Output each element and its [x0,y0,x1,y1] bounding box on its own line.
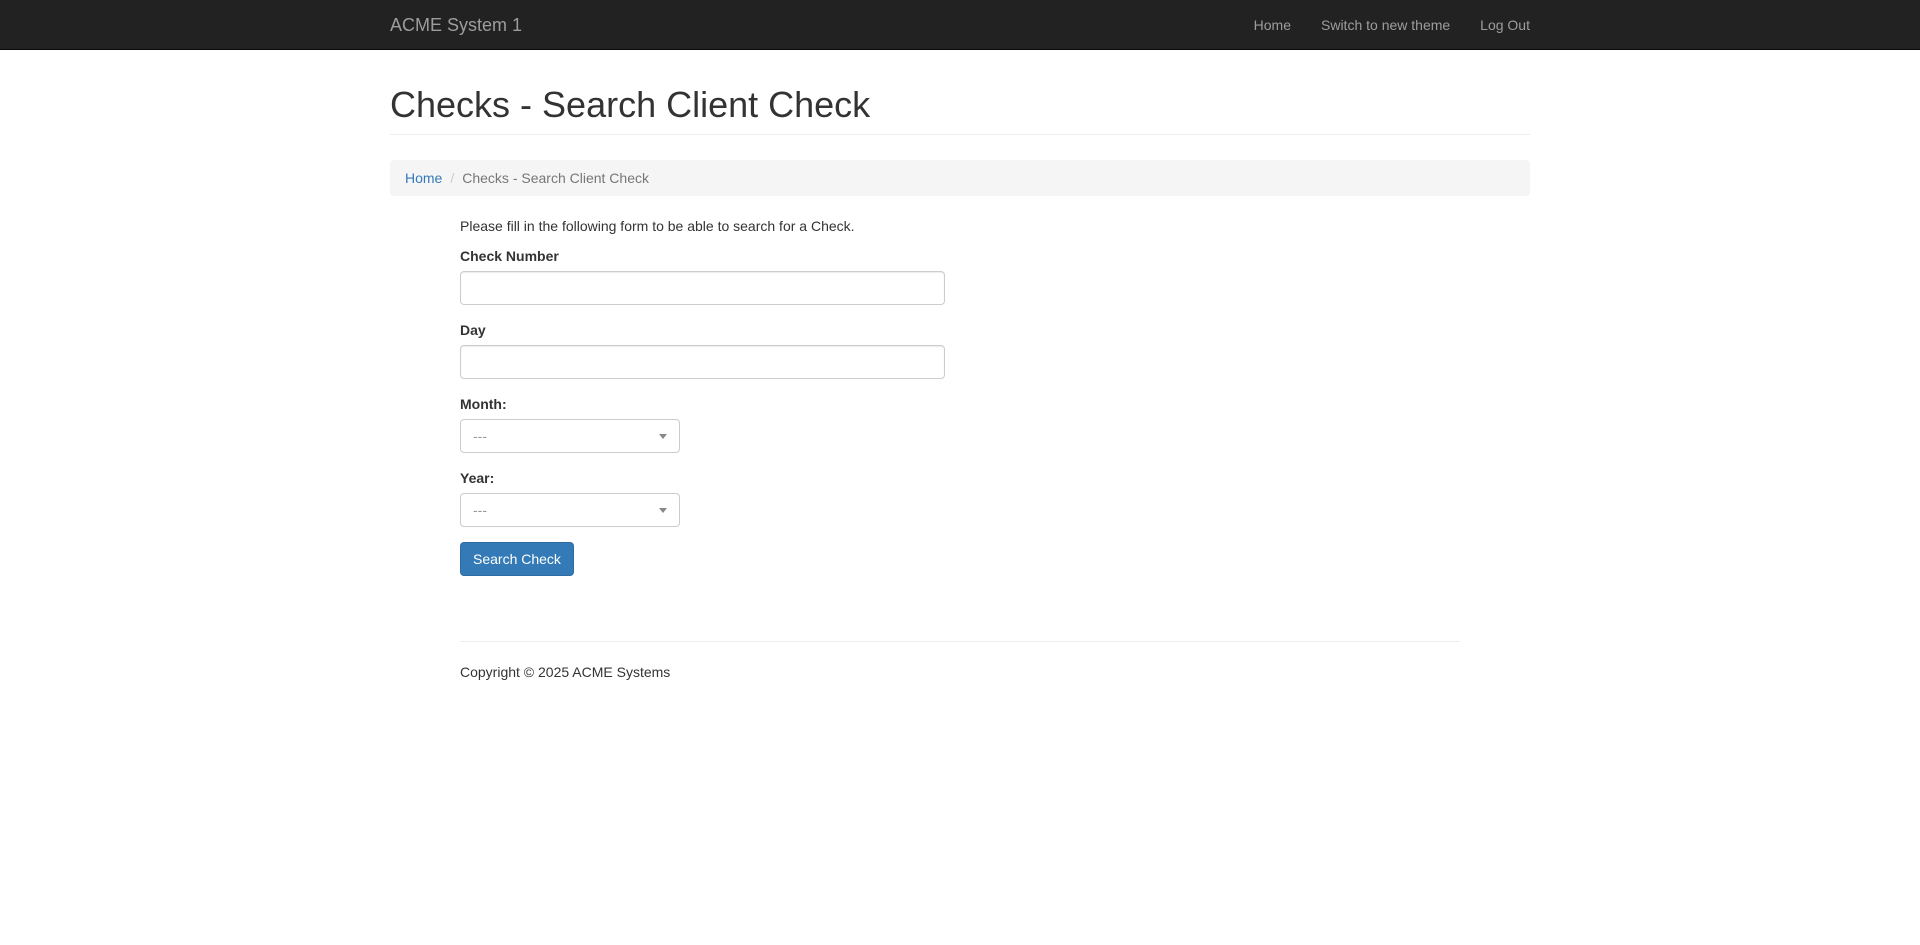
search-check-form: Please fill in the following form to be … [460,216,1460,576]
breadcrumb-separator: / [450,170,455,186]
form-intro-text: Please fill in the following form to be … [460,218,855,234]
nav-home-link[interactable]: Home [1254,15,1291,35]
navbar-links: Home Switch to new theme Log Out [1224,0,1530,50]
footer-copyright: Copyright © 2025 ACME Systems [460,664,671,680]
footer-divider [460,641,1460,642]
chevron-down-icon [659,434,667,439]
check-number-input[interactable] [460,271,945,305]
year-selected-value: --- [473,502,487,518]
breadcrumb-home-link[interactable]: Home [405,170,442,186]
top-navbar: ACME System 1 Home Switch to new theme L… [0,0,1920,50]
year-label: Year: [460,470,495,486]
nav-switch-theme-link[interactable]: Switch to new theme [1321,15,1450,35]
nav-logout-link[interactable]: Log Out [1480,15,1530,35]
month-selected-value: --- [473,428,487,444]
brand-link[interactable]: ACME System 1 [390,15,522,35]
day-label: Day [460,322,486,338]
month-select[interactable]: --- [460,419,680,453]
page-title: Checks - Search Client Check [390,84,871,125]
search-check-button[interactable]: Search Check [460,542,574,576]
page-header: Checks - Search Client Check [390,85,1530,135]
day-input[interactable] [460,345,945,379]
check-number-label: Check Number [460,248,559,264]
month-label: Month: [460,396,507,412]
year-select[interactable]: --- [460,493,680,527]
chevron-down-icon [659,508,667,513]
breadcrumb: Home / Checks - Search Client Check [390,160,1530,196]
breadcrumb-current: Checks - Search Client Check [462,170,649,186]
